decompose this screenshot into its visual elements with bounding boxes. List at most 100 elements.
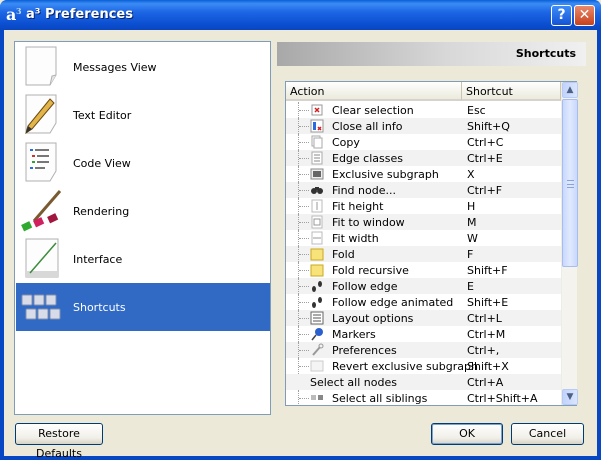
scroll-thumb[interactable] [562,99,578,267]
tree-guide-branch [299,350,309,351]
shortcuts-tree[interactable]: Action Shortcut Clear selection Esc Close … [285,81,578,406]
nav-item-label: Shortcuts [73,301,126,314]
shortcut-key: Shift+E [467,296,509,309]
nav-item-shortcuts[interactable]: Shortcuts [16,283,270,331]
fit-width-icon [311,231,323,245]
shortcut-key: Ctrl+L [467,312,502,325]
shortcut-key: Shift+Q [467,120,510,133]
table-row[interactable]: Clear selection Esc [286,102,561,118]
fit-height-icon [311,199,323,213]
action-label: Exclusive subgraph [332,168,439,181]
table-row[interactable]: Copy Ctrl+C [286,134,561,150]
tree-guide-branch [299,142,309,143]
siblings-icon [311,395,323,400]
action-label: Fit to window [332,216,405,229]
action-label: Follow edge animated [332,296,454,309]
tree-guide-branch [299,318,309,319]
table-row[interactable]: Markers Ctrl+M [286,326,561,342]
action-label: Select all nodes [310,376,397,389]
nav-item-label: Code View [73,157,131,170]
action-label: Fit width [332,232,379,245]
shortcut-key: Ctrl+M [467,328,506,341]
shortcut-key: Esc [467,104,486,117]
nav-item-rendering[interactable]: Rendering [16,187,270,235]
nav-item-code-view[interactable]: Code View [16,139,270,187]
action-label: Markers [332,328,376,341]
copy-icon [311,135,323,149]
wrench-icon [312,343,324,356]
nav-item-text-editor[interactable]: Text Editor [16,91,270,139]
tree-guide-branch [299,126,309,127]
vertical-scrollbar[interactable]: ▲ ▼ [561,82,578,405]
table-row[interactable]: Follow edge animated Shift+E [286,294,561,310]
window-title: a³ Preferences [26,7,133,22]
layout-icon [310,311,324,325]
action-label: Preferences [332,344,397,357]
footprints-animated-icon [312,297,322,308]
table-row[interactable]: Revert exclusive subgraph Shift+X [286,358,561,374]
tree-guide-branch [299,334,309,335]
action-label: Clear selection [332,104,414,117]
shortcut-key: Ctrl+A [467,376,504,389]
shortcut-rows: Clear selection Esc Close all info Shift+Q C… [286,102,561,405]
help-button[interactable]: ? [551,5,572,26]
panel-title: Shortcuts [515,47,576,60]
fold-recursive-icon [310,264,324,277]
table-row[interactable]: Select all siblings Ctrl+Shift+A [286,390,561,405]
subgraph-icon [310,168,324,180]
close-info-icon [310,119,324,133]
table-row[interactable]: Fit width W [286,230,561,246]
close-button[interactable]: ✕ [574,5,595,26]
column-header-shortcut[interactable]: Shortcut [462,82,561,101]
table-row[interactable]: Fold recursive Shift+F [286,262,561,278]
table-row[interactable]: Fit height H [286,198,561,214]
action-label: Layout options [332,312,414,325]
table-row[interactable]: Fit to window M [286,214,561,230]
tree-guide-branch [299,286,309,287]
code-list-icon [25,142,57,182]
pencil-paper-icon [25,94,57,135]
tree-guide-branch [299,174,309,175]
clear-icon [311,104,323,116]
fold-icon [310,248,324,261]
tree-guide-branch [299,206,309,207]
nav-item-label: Text Editor [73,109,132,122]
shortcut-key: M [467,216,477,229]
table-row[interactable]: Find node... Ctrl+F [286,182,561,198]
ok-button[interactable]: OK [431,423,503,445]
tree-guide-branch [299,270,309,271]
table-row[interactable]: Select all nodes Ctrl+A [286,374,561,390]
tree-guide-branch [299,110,309,111]
shortcut-key: Ctrl+, [467,344,500,357]
shortcut-key: Ctrl+C [467,136,504,149]
tree-guide-branch [299,190,309,191]
interface-icon [25,238,59,278]
table-row[interactable]: Close all info Shift+Q [286,118,561,134]
scroll-down-button[interactable]: ▼ [562,389,578,405]
table-row[interactable]: Fold F [286,246,561,262]
column-header-action[interactable]: Action [286,82,462,101]
cancel-button[interactable]: Cancel [511,423,584,445]
paintbrush-icon [21,190,62,232]
shortcut-key: Ctrl+Shift+A [467,392,538,405]
table-row[interactable]: Layout options Ctrl+L [286,310,561,326]
action-label: Follow edge [332,280,398,293]
tree-guide-branch [299,222,309,223]
nav-item-label: Messages View [73,61,157,74]
scroll-up-button[interactable]: ▲ [562,82,578,98]
nav-item-interface[interactable]: Interface [16,235,270,283]
table-row[interactable]: Follow edge E [286,278,561,294]
shortcut-key: E [467,280,474,293]
shortcut-key: Ctrl+F [467,184,503,197]
revert-icon [310,360,324,372]
title-bar[interactable]: a3 a³ Preferences ? ✕ [0,0,601,30]
table-row[interactable]: Preferences Ctrl+, [286,342,561,358]
tree-guide-branch [299,238,309,239]
preferences-category-list: Messages View Text Editor Code View Rend… [14,41,271,415]
tree-guide-branch [299,302,309,303]
tree-guide-branch [299,398,309,399]
restore-defaults-button[interactable]: Restore Defaults [15,423,103,460]
table-row[interactable]: Exclusive subgraph X [286,166,561,182]
nav-item-messages-view[interactable]: Messages View [16,43,270,91]
table-row[interactable]: Edge classes Ctrl+E [286,150,561,166]
